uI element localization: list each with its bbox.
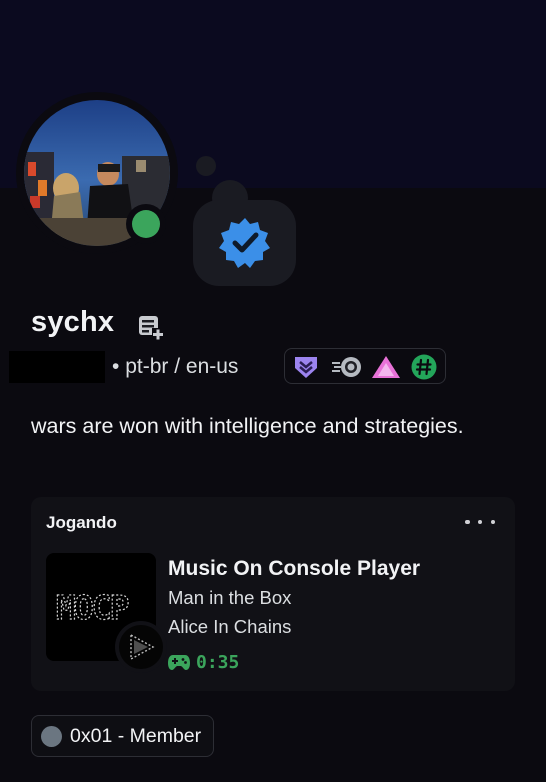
verified-badge-icon [218,218,270,268]
bio-text: wars are won with intelligence and strat… [31,414,464,438]
badge-list [284,348,446,384]
activity-state: Alice In Chains [168,616,292,637]
activity-title: Music On Console Player [168,557,421,580]
thought-bubble-dot-small [196,156,216,176]
play-icon [119,625,163,669]
custom-status-bubble[interactable] [193,200,296,286]
triangle-badge-icon[interactable] [371,354,401,380]
redacted-tag [9,351,105,383]
pronouns-line: • pt-br / en-us [112,353,238,381]
pronouns: pt-br / en-us [125,355,239,378]
role-chip[interactable]: 0x01 - Member [31,715,215,757]
add-note-icon[interactable] [136,312,164,340]
role-name: 0x01 - Member [70,724,202,747]
svg-text:MOCP: MOCP [56,588,129,627]
activity-elapsed: 0:35 [168,652,239,673]
role-color-dot [41,725,62,747]
elapsed-time: 0:35 [196,652,240,673]
activity-details: Man in the Box [168,587,292,608]
separator-dot: • [112,355,120,378]
more-options-icon[interactable] [465,511,495,533]
hypesquad-icon[interactable] [293,354,319,380]
hashtag-badge-icon[interactable] [411,354,437,380]
online-status-indicator [132,210,160,238]
activity-card: Jogando MOCP Music On Console Player Man… [31,497,515,691]
activity-header: Jogando [46,513,117,532]
nitro-boost-icon[interactable] [331,354,363,380]
gamepad-icon [168,655,190,670]
username: sychx [31,306,115,338]
